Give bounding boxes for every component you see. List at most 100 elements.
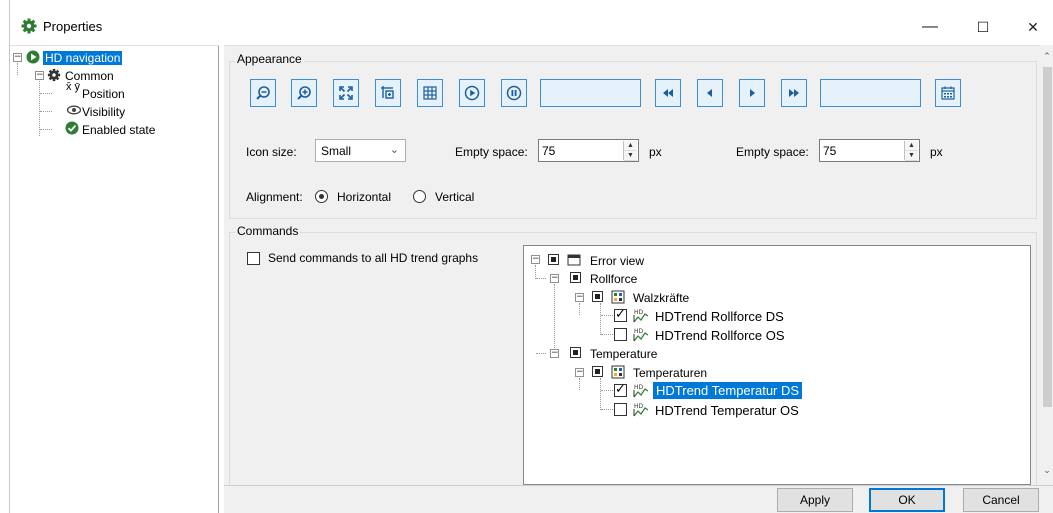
spinner-buttons[interactable]: ▲ ▼ (904, 141, 918, 161)
step-forward-icon (750, 89, 755, 97)
end-time-box[interactable] (820, 79, 921, 107)
gear-icon (21, 18, 37, 34)
tree-node-temperatur-os[interactable]: HDTrend Temperatur OS (655, 403, 799, 418)
apply-button[interactable]: Apply (777, 488, 853, 512)
ok-button[interactable]: OK (869, 488, 945, 512)
maximize-icon: ☐ (976, 18, 990, 35)
tree-expander-error-view[interactable]: − (531, 255, 540, 264)
scrollbar-thumb[interactable] (1043, 67, 1052, 407)
tristate-checkbox-walzkraefte[interactable] (592, 291, 603, 302)
window-title: Properties (43, 19, 103, 34)
zoom-out-icon (256, 86, 270, 100)
tree-node-temperaturen[interactable]: Temperaturen (633, 366, 707, 380)
tree-item-hd-navigation[interactable]: HD navigation (43, 49, 123, 66)
spin-up-icon[interactable]: ▲ (905, 141, 918, 151)
zoom-in-button[interactable] (291, 79, 317, 107)
checkbox-temperatur-ds[interactable] (614, 382, 627, 397)
tree-expander-common[interactable]: − (35, 71, 44, 80)
tree-node-error-view[interactable]: Error view (590, 254, 644, 268)
maximize-button[interactable]: ☐ (960, 14, 1006, 40)
px-label-2: px (930, 145, 943, 159)
hd-trend-icon: HD (633, 403, 649, 417)
tree-node-walzkraefte[interactable]: Walzkräfte (633, 291, 689, 305)
rewind-icon (663, 89, 673, 97)
tree-expander-root[interactable]: − (13, 53, 22, 62)
minimize-icon: — (922, 18, 938, 35)
checkbox-rollforce-ds[interactable] (614, 307, 627, 322)
tree-node-rollforce-ds[interactable]: HDTrend Rollforce DS (655, 309, 784, 324)
position-icon: x̄ ȳ (66, 81, 81, 93)
icon-size-select[interactable]: Small ⌄ (315, 139, 406, 162)
tree-node-rollforce[interactable]: Rollforce (590, 272, 637, 286)
empty-space-stepper-1[interactable]: 75 ▲ ▼ (538, 139, 639, 162)
tree-item-enabled-state[interactable]: Enabled state (82, 121, 155, 138)
spin-down-icon[interactable]: ▼ (905, 151, 918, 161)
empty-space-label-1: Empty space: (455, 145, 528, 159)
checkbox-temperatur-os[interactable] (614, 403, 627, 416)
play-icon (464, 85, 480, 101)
rewind-button[interactable] (655, 79, 681, 107)
hd-trend-icon: HD (633, 309, 649, 323)
eye-icon (67, 105, 81, 115)
vertical-radio[interactable] (413, 190, 426, 203)
crosshair-icon (381, 86, 394, 99)
zoom-out-button[interactable] (250, 79, 276, 107)
px-label-1: px (649, 145, 662, 159)
spinner-buttons[interactable]: ▲ ▼ (623, 141, 637, 161)
alignment-label: Alignment: (246, 190, 303, 204)
crosshair-button[interactable] (375, 79, 401, 107)
gear-icon (47, 68, 61, 82)
tree-expander-temperature[interactable]: − (550, 349, 559, 358)
scroll-down-icon[interactable]: ⌄ (1042, 465, 1052, 476)
empty-space-label-2: Empty space: (736, 145, 809, 159)
title-bar: Properties — ☐ ✕ (10, 0, 1053, 40)
empty-space-value-1: 75 (542, 143, 556, 158)
tree-node-temperatur-ds[interactable]: HDTrend Temperatur DS (653, 382, 803, 399)
spin-up-icon[interactable]: ▲ (624, 141, 637, 151)
send-all-checkbox[interactable] (247, 252, 260, 265)
spin-down-icon[interactable]: ▼ (624, 151, 637, 161)
start-time-box[interactable] (540, 79, 641, 107)
scroll-up-icon[interactable]: ⌃ (1042, 51, 1052, 62)
horizontal-label: Horizontal (337, 190, 392, 204)
step-forward-button[interactable] (739, 79, 765, 107)
vertical-label: Vertical (435, 190, 475, 204)
tree-item-position[interactable]: Position (82, 85, 125, 102)
property-tree: − HD navigation − Common x̄ ȳ Position V… (10, 45, 219, 513)
minimize-button[interactable]: — (907, 14, 953, 40)
empty-space-stepper-2[interactable]: 75 ▲ ▼ (819, 139, 920, 162)
tristate-checkbox-temperaturen[interactable] (592, 366, 603, 377)
tree-expander-temperaturen[interactable]: − (575, 368, 584, 377)
tristate-checkbox-rollforce[interactable] (570, 272, 581, 283)
svg-text:HD: HD (634, 328, 644, 335)
grid-button[interactable] (417, 79, 443, 107)
horizontal-radio[interactable] (315, 190, 328, 203)
cancel-label: Cancel (982, 493, 1020, 507)
close-button[interactable]: ✕ (1013, 14, 1053, 40)
tristate-checkbox-temperature[interactable] (570, 347, 581, 358)
send-all-label: Send commands to all HD trend graphs (268, 251, 479, 265)
group-icon (611, 290, 625, 304)
fast-forward-button[interactable] (781, 79, 807, 107)
svg-text:HD: HD (634, 403, 644, 410)
tristate-checkbox-error-view[interactable] (548, 254, 559, 265)
vertical-scrollbar[interactable]: ⌃ ⌄ (1041, 45, 1053, 485)
tree-node-rollforce-os[interactable]: HDTrend Rollforce OS (655, 328, 785, 343)
tree-node-temperature[interactable]: Temperature (590, 347, 657, 361)
chevron-down-icon: ⌄ (389, 144, 399, 156)
step-back-button[interactable] (697, 79, 723, 107)
appearance-title: Appearance (235, 52, 304, 66)
checkbox-rollforce-os[interactable] (614, 328, 627, 341)
cancel-button[interactable]: Cancel (963, 488, 1039, 512)
fit-button[interactable] (333, 79, 359, 107)
group-icon (611, 365, 625, 379)
empty-space-value-2: 75 (823, 143, 837, 158)
tree-item-visibility[interactable]: Visibility (82, 103, 125, 120)
play-button[interactable] (459, 79, 485, 107)
svg-text:HD: HD (634, 384, 644, 391)
close-icon: ✕ (1027, 18, 1039, 35)
pause-button[interactable] (501, 79, 527, 107)
tree-expander-walzkraefte[interactable]: − (575, 293, 584, 302)
tree-expander-rollforce[interactable]: − (550, 274, 559, 283)
calendar-button[interactable] (935, 79, 961, 107)
